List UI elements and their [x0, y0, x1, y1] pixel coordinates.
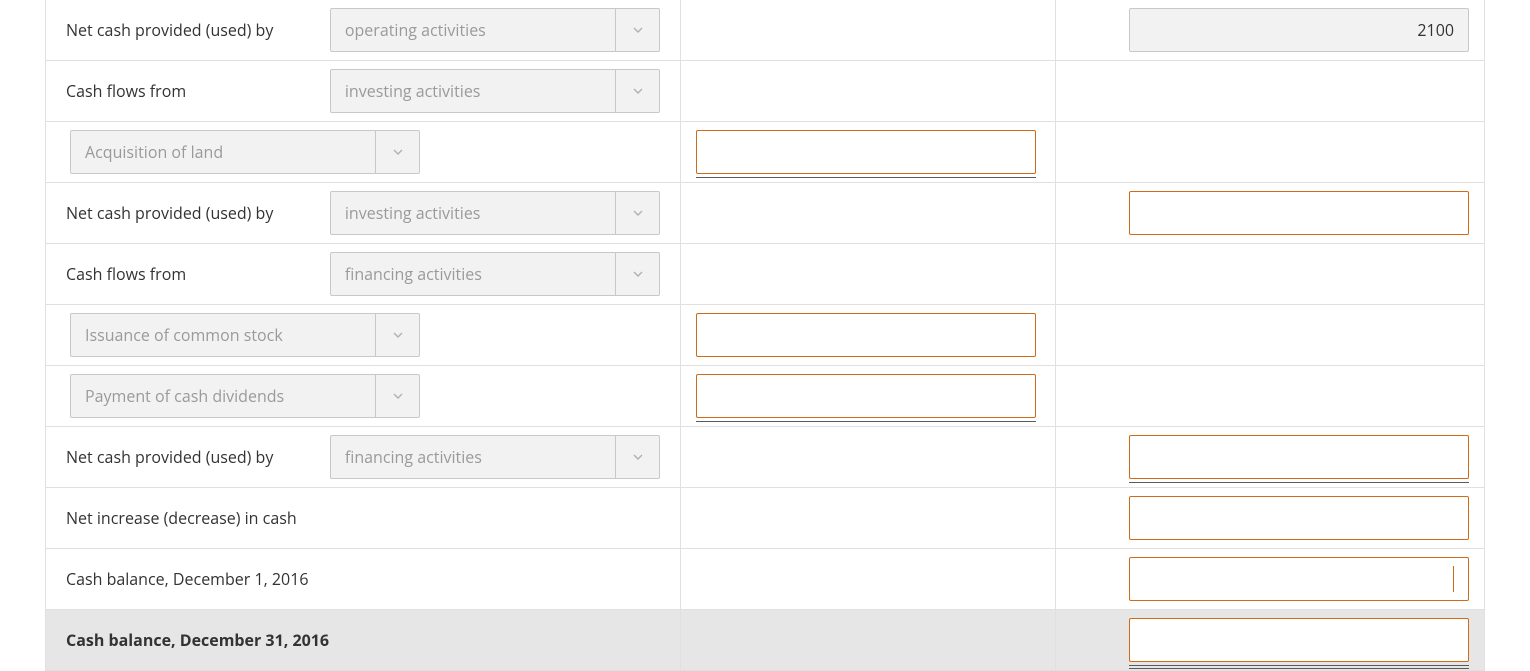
label-net-cash-operating: Net cash provided (used) by — [66, 19, 320, 41]
dropdown-text: investing activities — [331, 192, 615, 234]
row-net-increase-decrease: Net increase (decrease) in cash — [46, 487, 1484, 548]
row-payment-cash-dividends: Payment of cash dividends — [46, 365, 1484, 426]
dropdown-issuance-common-stock[interactable]: Issuance of common stock — [70, 313, 420, 357]
chevron-down-icon — [615, 192, 659, 234]
row-cash-balance-begin: Cash balance, December 1, 2016 — [46, 548, 1484, 609]
cash-flow-table: Net cash provided (used) by operating ac… — [45, 0, 1485, 671]
dropdown-text: Payment of cash dividends — [71, 375, 375, 417]
dropdown-text: financing activities — [331, 436, 615, 478]
dropdown-text: operating activities — [331, 9, 615, 51]
label-net-cash-investing: Net cash provided (used) by — [66, 202, 320, 224]
dropdown-acquisition-of-land[interactable]: Acquisition of land — [70, 130, 420, 174]
row-net-cash-investing: Net cash provided (used) by investing ac… — [46, 182, 1484, 243]
dropdown-text: Acquisition of land — [71, 131, 375, 173]
row-cashflows-investing: Cash flows from investing activities — [46, 60, 1484, 121]
row-issuance-common-stock: Issuance of common stock — [46, 304, 1484, 365]
input-issuance-common-stock[interactable] — [696, 313, 1036, 357]
chevron-down-icon — [615, 253, 659, 295]
row-acquisition-of-land: Acquisition of land — [46, 121, 1484, 182]
label-net-cash-financing: Net cash provided (used) by — [66, 446, 320, 468]
chevron-down-icon — [615, 9, 659, 51]
dropdown-operating-activities[interactable]: operating activities — [330, 8, 660, 52]
label-cashflows-financing: Cash flows from — [66, 263, 320, 285]
input-acquisition-of-land[interactable] — [696, 130, 1036, 174]
input-net-increase-decrease[interactable] — [1129, 496, 1469, 540]
dropdown-payment-cash-dividends[interactable]: Payment of cash dividends — [70, 374, 420, 418]
row-cash-balance-end: Cash balance, December 31, 2016 — [46, 609, 1484, 670]
dropdown-investing-activities-1[interactable]: investing activities — [330, 69, 660, 113]
dropdown-text: Issuance of common stock — [71, 314, 375, 356]
dropdown-text: financing activities — [331, 253, 615, 295]
row-cashflows-financing: Cash flows from financing activities — [46, 243, 1484, 304]
input-net-cash-financing[interactable] — [1129, 435, 1469, 479]
row-net-cash-financing: Net cash provided (used) by financing ac… — [46, 426, 1484, 487]
chevron-down-icon — [615, 70, 659, 112]
label-cash-balance-end: Cash balance, December 31, 2016 — [66, 629, 329, 651]
chevron-down-icon — [375, 131, 419, 173]
chevron-down-icon — [615, 436, 659, 478]
value-net-cash-operating: 2100 — [1129, 8, 1469, 52]
text-cursor — [1453, 566, 1454, 592]
input-payment-cash-dividends[interactable] — [696, 374, 1036, 418]
row-net-cash-operating: Net cash provided (used) by operating ac… — [46, 0, 1484, 60]
label-cashflows-investing: Cash flows from — [66, 80, 320, 102]
label-net-increase-decrease: Net increase (decrease) in cash — [66, 507, 297, 529]
input-cash-balance-end[interactable] — [1129, 618, 1469, 662]
dropdown-financing-activities-2[interactable]: financing activities — [330, 435, 660, 479]
input-cash-balance-begin[interactable] — [1129, 557, 1469, 601]
chevron-down-icon — [375, 314, 419, 356]
chevron-down-icon — [375, 375, 419, 417]
dropdown-text: investing activities — [331, 70, 615, 112]
label-cash-balance-begin: Cash balance, December 1, 2016 — [66, 568, 309, 590]
input-net-cash-investing[interactable] — [1129, 191, 1469, 235]
dropdown-investing-activities-2[interactable]: investing activities — [330, 191, 660, 235]
dropdown-financing-activities-1[interactable]: financing activities — [330, 252, 660, 296]
